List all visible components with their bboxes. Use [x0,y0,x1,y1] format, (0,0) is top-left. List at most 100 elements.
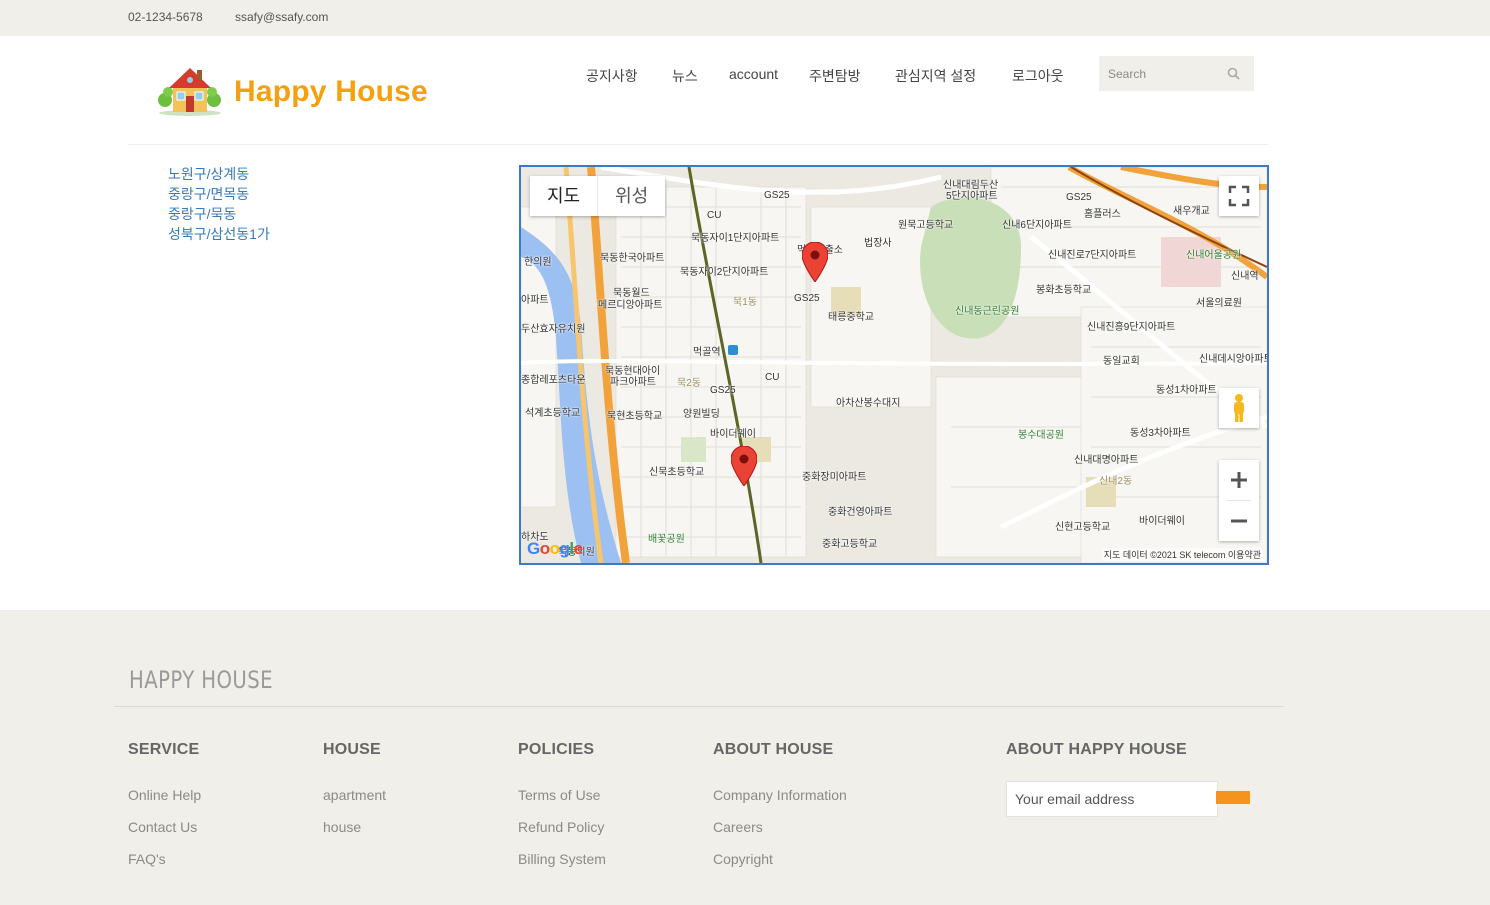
map-attribution[interactable]: 지도 데이터 ©2021 SK telecom 이용약관 [1101,548,1263,561]
map-label: 묵1동 [733,297,757,308]
map-label: 신내진흥9단지아파트 [1087,322,1176,333]
nav-account[interactable]: account [729,66,778,82]
map-label: GS25 [710,385,736,396]
footer-link-online-help[interactable]: Online Help [128,787,201,803]
region-link[interactable]: 중랑구/면목동 [168,184,270,204]
map-label: 한의원 [524,257,552,268]
map-label: 묵동자이1단지아파트 [691,233,780,244]
nav-interest-area[interactable]: 관심지역 설정 [895,66,976,86]
map-label: 봉화초등학교 [1036,285,1092,296]
footer-brand: HAPPY HOUSE [129,666,273,694]
map-label: 파크아파트 [610,377,656,388]
map-label: 원묵고등학교 [898,220,954,231]
map-label: 신내대명아파트 [1074,455,1139,466]
map-label: 종합레포츠타운 [521,375,586,386]
map-label: 중화고등학교 [822,539,878,550]
zoom-in-icon[interactable] [1219,460,1259,500]
map-label: CU [765,372,780,383]
footer-link-terms[interactable]: Terms of Use [518,787,600,803]
house-logo-icon[interactable] [157,64,223,116]
footer-link-contact-us[interactable]: Contact Us [128,819,197,835]
footer-heading-service: SERVICE [128,741,200,758]
map-label: CU [707,210,722,221]
footer-link-faq[interactable]: FAQ's [128,851,166,867]
map-label: 서울의료원 [1196,298,1242,309]
region-link[interactable]: 성북구/삼선동1가 [168,224,270,244]
map-label: 묵현초등학교 [607,411,663,422]
map-label: 묵동한국아파트 [600,253,665,264]
map-label: 중화장미아파트 [802,472,867,483]
contact-email[interactable]: ssafy@ssafy.com [235,10,328,24]
map-label: 홈플러스 [1084,209,1121,220]
map-label: 새우개교 [1173,206,1210,217]
newsletter-email-input[interactable] [1006,781,1218,817]
map-label: 신내역 [1231,271,1259,282]
nav-logout[interactable]: 로그아웃 [1012,66,1064,86]
street-view-pegman-icon[interactable] [1219,388,1259,428]
map-label: 동성1차아파트 [1156,385,1217,396]
map-label: 신현고등학교 [1055,522,1111,533]
top-bar: 02-1234-5678 ssafy@ssafy.com [0,0,1490,36]
map-marker-icon[interactable] [730,445,758,491]
site-logo-text[interactable]: Happy House [234,75,428,109]
map-label: 두산효자유치원 [521,324,586,335]
map-label: GS25 [764,190,790,201]
google-map[interactable]: 신내대림두산 5단지아파트 CU GS25 원묵고등학교 신내6단지아파트 GS… [519,165,1269,565]
nav-nearby[interactable]: 주변탐방 [809,66,861,86]
map-label: 석계초등학교 [525,408,581,419]
subway-station-icon [728,345,738,355]
map-type-control: 지도 위성 [530,176,666,216]
footer-heading-about-house: ABOUT HOUSE [713,741,834,758]
fullscreen-icon[interactable] [1219,176,1259,216]
footer-link-careers[interactable]: Careers [713,819,763,835]
map-label: 배꽃공원 [648,534,685,545]
map-label: 신내6단지아파트 [1002,220,1072,231]
footer-link-apartment[interactable]: apartment [323,787,386,803]
site-header [0,36,1490,145]
map-label: 동일교회 [1103,356,1140,367]
footer-link-billing[interactable]: Billing System [518,851,606,867]
footer-link-refund[interactable]: Refund Policy [518,819,604,835]
zoom-out-icon[interactable] [1219,501,1259,541]
google-logo-icon: Google [527,539,583,558]
map-label: 신내진로7단지아파트 [1048,250,1137,261]
map-label: 아차산봉수대지 [836,398,901,409]
map-marker-icon[interactable] [801,241,829,287]
map-label: GS25 [794,293,820,304]
map-label: 5단지아파트 [946,191,998,202]
footer-link-company-info[interactable]: Company Information [713,787,847,803]
map-label: 법장사 [864,238,892,249]
map-label: 양원빌딩 [683,409,720,420]
map-label: 먹골역 [693,347,721,358]
map-type-satellite-button[interactable]: 위성 [597,176,665,216]
map-label: 바이더웨이 [1139,516,1185,527]
map-label: 태릉중학교 [828,312,874,323]
map-label: 묵2동 [677,378,701,389]
map-label: 아파트 [521,295,549,306]
map-label: 신내2동 [1099,476,1133,487]
footer-link-copyright[interactable]: Copyright [713,851,773,867]
zoom-control [1219,460,1259,541]
footer-divider [114,706,1284,707]
map-type-roadmap-button[interactable]: 지도 [530,176,597,216]
region-link[interactable]: 중랑구/묵동 [168,204,270,224]
nav-news[interactable]: 뉴스 [672,66,698,86]
region-link[interactable]: 노원구/상계동 [168,164,270,184]
contact-phone: 02-1234-5678 [128,10,203,24]
map-label: GS25 [1066,192,1092,203]
map-label: 신내데시앙아파트 [1199,354,1269,365]
footer-heading-house: HOUSE [323,741,381,758]
map-label: 봉수대공원 [1018,430,1064,441]
map-label: 바이더웨이 [710,429,756,440]
newsletter-submit-button[interactable] [1216,791,1250,804]
footer-heading-policies: POLICIES [518,741,595,758]
search-icon[interactable] [1226,66,1242,82]
nav-notice[interactable]: 공지사항 [586,66,638,86]
footer-link-house[interactable]: house [323,819,361,835]
search-input[interactable] [1099,56,1224,91]
interest-region-list: 노원구/상계동 중랑구/면목동 중랑구/묵동 성북구/삼선동1가 [168,164,270,244]
map-label: 신내동근린공원 [955,306,1020,317]
map-label: 동성3차아파트 [1130,428,1191,439]
footer-heading-newsletter: ABOUT HAPPY HOUSE [1006,741,1187,758]
map-label: 신내어울공원 [1186,250,1242,261]
